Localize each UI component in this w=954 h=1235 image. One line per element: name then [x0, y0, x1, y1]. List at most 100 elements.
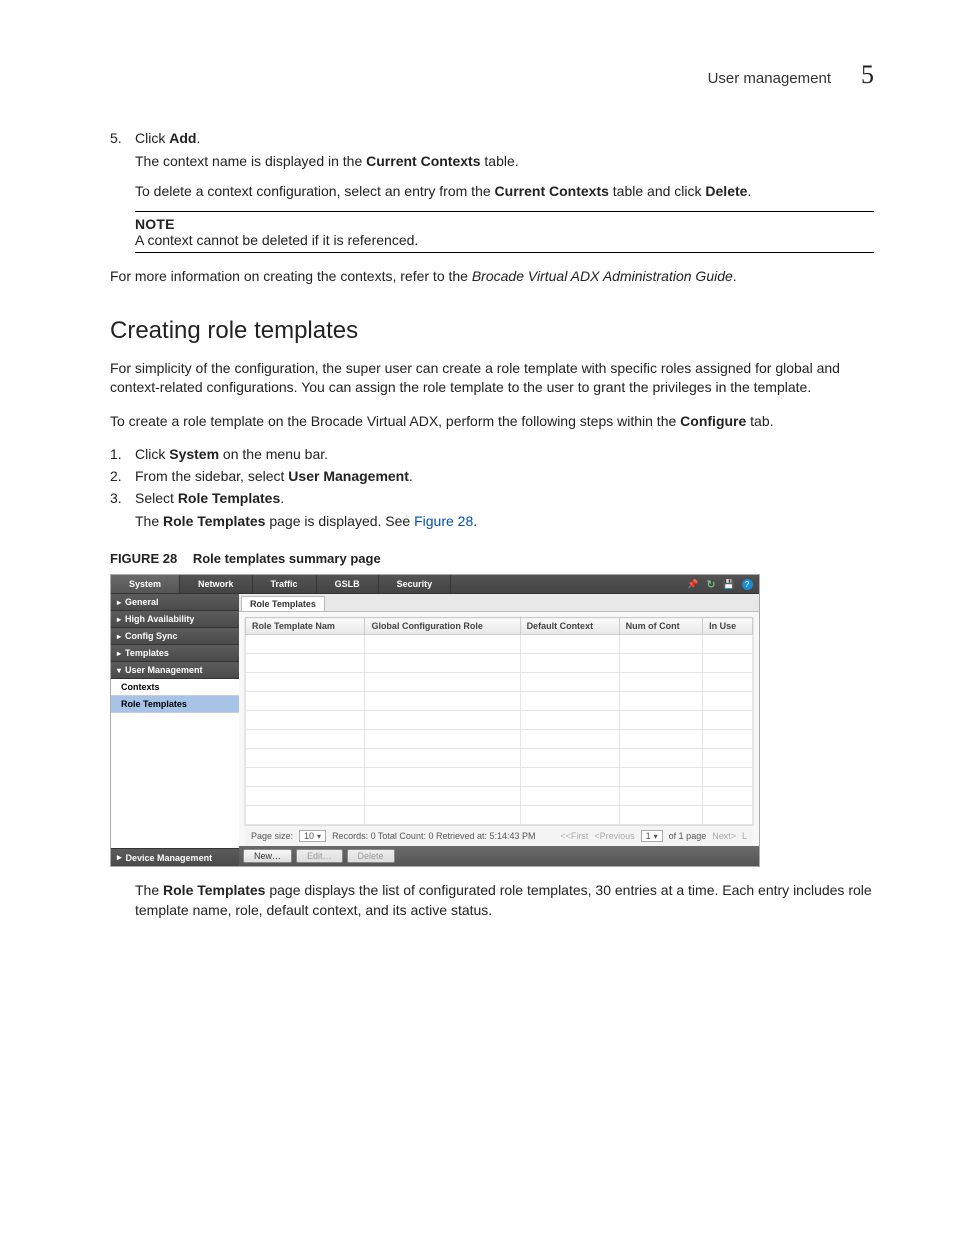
table-row[interactable]	[246, 711, 753, 730]
role-templates-table: Role Template Nam Global Configuration R…	[245, 617, 753, 825]
main-area: Role Templates Role Template Nam Global …	[239, 594, 759, 866]
header-title: User management	[708, 70, 831, 87]
text: For more information on creating the con…	[110, 268, 472, 284]
sidebar-item-high-availability[interactable]: ▸ High Availability	[111, 611, 239, 628]
edit-button[interactable]: Edit…	[296, 849, 343, 863]
text: Click	[135, 446, 169, 462]
chevron-right-icon: ▸	[117, 649, 121, 658]
col-default-context[interactable]: Default Context	[520, 618, 619, 635]
bold-system: System	[169, 446, 219, 462]
text: The	[135, 513, 163, 529]
step-text: Select Role Templates.	[135, 490, 874, 506]
text: .	[280, 490, 284, 506]
label: Templates	[125, 648, 169, 658]
step5-line3: To delete a context configuration, selec…	[135, 182, 874, 202]
text: tab.	[746, 413, 773, 429]
col-role-template-name[interactable]: Role Template Nam	[246, 618, 365, 635]
pin-icon[interactable]	[687, 578, 699, 590]
table-row[interactable]	[246, 692, 753, 711]
pager-next[interactable]: Next>	[712, 831, 736, 841]
bold-current-contexts-2: Current Contexts	[495, 183, 609, 199]
pager: Page size: 10 Records: 0 Total Count: 0 …	[245, 825, 753, 846]
bold-current-contexts: Current Contexts	[366, 153, 480, 169]
bold-role-templates-2: Role Templates	[163, 513, 265, 529]
menu-system[interactable]: System	[111, 575, 180, 593]
help-icon[interactable]	[741, 578, 753, 590]
table-row[interactable]	[246, 730, 753, 749]
pager-previous[interactable]: <Previous	[594, 831, 634, 841]
bold-delete: Delete	[705, 183, 747, 199]
sidebar-item-general[interactable]: ▸General	[111, 594, 239, 611]
col-num-of-cont[interactable]: Num of Cont	[619, 618, 702, 635]
note-box: NOTE A context cannot be deleted if it i…	[135, 211, 874, 253]
text: .	[747, 183, 751, 199]
sidebar-item-device-management[interactable]: ▸ Device Management	[111, 848, 239, 866]
records-info: Records: 0 Total Count: 0 Retrieved at: …	[332, 831, 535, 841]
figure-caption-suffix: page	[347, 551, 381, 566]
table-row[interactable]	[246, 768, 753, 787]
text: on the menu bar.	[219, 446, 328, 462]
text: Click	[135, 130, 169, 146]
col-global-config-role[interactable]: Global Configuration Role	[365, 618, 520, 635]
figure-link[interactable]: Figure 28	[414, 513, 473, 529]
table-row[interactable]	[246, 673, 753, 692]
tab-role-templates[interactable]: Role Templates	[241, 596, 325, 611]
procedure-intro: To create a role template on the Brocade…	[110, 412, 874, 432]
refresh-icon[interactable]	[705, 578, 717, 590]
table-row[interactable]	[246, 635, 753, 654]
text: page is displayed. See	[265, 513, 414, 529]
menu-security[interactable]: Security	[379, 575, 452, 593]
label: Config Sync	[125, 631, 178, 641]
text: .	[409, 468, 413, 484]
page-size-select[interactable]: 10	[299, 830, 326, 842]
col-in-use[interactable]: In Use	[703, 618, 753, 635]
text: .	[196, 130, 200, 146]
label: High Availability	[125, 614, 194, 624]
sidebar-item-config-sync[interactable]: ▸ Config Sync	[111, 628, 239, 645]
after-figure-paragraph: The Role Templates page displays the lis…	[135, 881, 874, 920]
text: To delete a context configuration, selec…	[135, 183, 495, 199]
more-info-paragraph: For more information on creating the con…	[110, 267, 874, 287]
sidebar-item-user-management[interactable]: ▾User Management	[111, 662, 239, 679]
delete-button[interactable]: Delete	[347, 849, 395, 863]
table-row[interactable]	[246, 654, 753, 673]
label: Device Management	[126, 853, 213, 863]
step-number: 3.	[110, 490, 135, 506]
chapter-number: 5	[861, 60, 874, 90]
menu-traffic[interactable]: Traffic	[253, 575, 317, 593]
bold-configure: Configure	[680, 413, 746, 429]
sidebar-sub-contexts[interactable]: Contexts	[111, 679, 239, 696]
section-heading: Creating role templates	[110, 317, 874, 345]
menu-network[interactable]: Network	[180, 575, 253, 593]
table-row[interactable]	[246, 806, 753, 825]
step-2: 2. From the sidebar, select User Managem…	[110, 468, 874, 484]
save-icon[interactable]	[723, 578, 735, 590]
sidebar-sub-role-templates[interactable]: Role Templates	[111, 696, 239, 713]
table-row[interactable]	[246, 787, 753, 806]
text: Select	[135, 490, 178, 506]
new-button[interactable]: New…	[243, 849, 292, 863]
figure-28: System Network Traffic GSLB Security ▸Ge…	[110, 574, 760, 867]
menu-gslb[interactable]: GSLB	[317, 575, 379, 593]
sidebar-item-templates[interactable]: ▸ Templates	[111, 645, 239, 662]
pager-page-select[interactable]: 1	[641, 830, 663, 842]
table-row[interactable]	[246, 749, 753, 768]
bold-role-templates: Role Templates	[178, 490, 280, 506]
text: .	[733, 268, 737, 284]
step-text: Click System on the menu bar.	[135, 446, 874, 462]
page-header: User management 5	[80, 60, 874, 90]
text: From the sidebar, select	[135, 468, 288, 484]
pager-last[interactable]: L	[742, 831, 747, 841]
chevron-right-icon: ▸	[117, 615, 121, 624]
text: The context name is displayed in the	[135, 153, 366, 169]
page-size-label: Page size:	[251, 831, 293, 841]
chevron-right-icon: ▸	[117, 632, 121, 641]
chevron-right-icon: ▸	[117, 852, 122, 863]
label: General	[125, 597, 159, 607]
menubar: System Network Traffic GSLB Security	[111, 575, 759, 594]
bold-role-templates-3: Role Templates	[163, 882, 265, 898]
tab-strip: Role Templates	[239, 594, 759, 612]
sidebar: ▸General ▸High Availability ▸Config Sync…	[111, 594, 239, 866]
figure-label: FIGURE 28	[110, 551, 177, 566]
pager-first[interactable]: <<First	[560, 831, 588, 841]
